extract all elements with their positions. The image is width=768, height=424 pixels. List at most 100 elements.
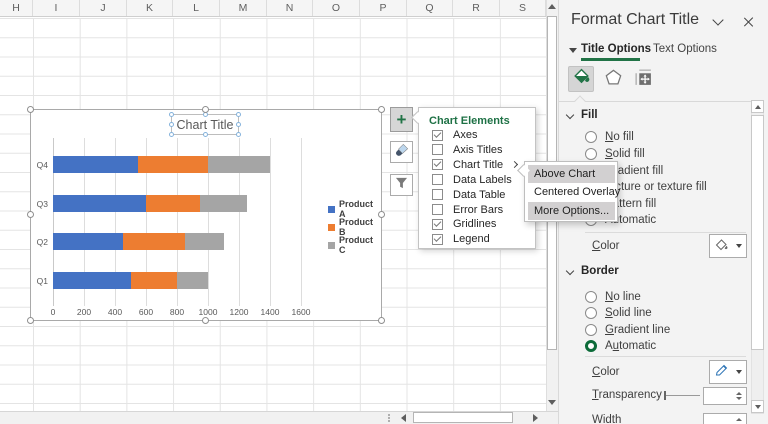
border-option[interactable]: No line — [585, 289, 641, 305]
title-handle[interactable] — [169, 112, 174, 117]
checkbox[interactable] — [432, 129, 443, 141]
legend-item[interactable]: Product A — [328, 199, 381, 219]
transparency-input[interactable] — [703, 387, 747, 405]
bar-segment[interactable] — [53, 271, 131, 289]
bar-segment[interactable] — [146, 194, 201, 212]
chart-element-item[interactable]: Axis Titles — [432, 143, 503, 157]
pane-collapse-chevron-icon[interactable] — [712, 14, 724, 26]
chart-resize-handle[interactable] — [27, 106, 34, 113]
scroll-down-icon[interactable] — [548, 400, 556, 405]
column-header[interactable]: L — [173, 0, 220, 16]
chart-resize-handle[interactable] — [378, 106, 385, 113]
bar-segment[interactable] — [184, 233, 224, 250]
radio-button[interactable] — [585, 340, 597, 352]
width-input[interactable] — [703, 413, 747, 424]
fill-option[interactable]: No fill — [585, 129, 634, 145]
border-collapse-chevron-icon[interactable] — [565, 266, 575, 276]
sheet-hscroll-thumb[interactable] — [413, 412, 513, 423]
spin-down-icon[interactable] — [736, 397, 742, 400]
pane-scroll-thumb[interactable] — [751, 115, 764, 350]
radio-button[interactable] — [585, 291, 597, 303]
chart-element-item[interactable]: Data Labels — [432, 173, 512, 187]
column-header[interactable]: H — [0, 0, 33, 16]
checkbox[interactable] — [432, 144, 443, 156]
chart-elements-button[interactable]: + — [390, 107, 413, 132]
bar-row[interactable] — [53, 233, 224, 250]
checkbox[interactable] — [432, 233, 443, 245]
bar-segment[interactable] — [53, 156, 139, 173]
fill-section-title[interactable]: Fill — [581, 109, 598, 121]
bar-segment[interactable] — [53, 233, 123, 250]
chart-element-item[interactable]: Axes — [432, 128, 477, 142]
title-handle[interactable] — [236, 122, 241, 127]
scroll-right-icon[interactable] — [533, 414, 538, 422]
fill-option[interactable]: Solid fill — [585, 146, 645, 162]
radio-button[interactable] — [585, 307, 597, 319]
fill-color-button[interactable] — [709, 234, 747, 258]
title-handle[interactable] — [236, 132, 241, 137]
submenu-arrow-icon[interactable] — [510, 160, 519, 168]
splitter-dots-icon[interactable] — [388, 414, 390, 422]
bar-row[interactable] — [53, 271, 208, 289]
bar-row[interactable] — [53, 156, 270, 173]
submenu-item[interactable]: Centered Overlay — [528, 183, 620, 201]
chart[interactable]: 0 200 400 600 800 1000 1200 1400 1600 Q4 Q3 Q2 Q1 Ch… — [27, 106, 385, 324]
checkbox[interactable] — [432, 204, 443, 215]
tab-title-options[interactable]: Title Options — [581, 43, 651, 55]
border-color-button[interactable] — [709, 360, 747, 384]
scroll-left-icon[interactable] — [401, 414, 406, 422]
legend-item[interactable]: Product B — [328, 217, 381, 237]
fill-collapse-chevron-icon[interactable] — [565, 110, 575, 120]
title-handle[interactable] — [169, 122, 174, 127]
spin-up-icon[interactable] — [736, 392, 742, 395]
title-handle[interactable] — [203, 132, 208, 137]
chart-resize-handle[interactable] — [27, 211, 34, 218]
chart-resize-handle[interactable] — [378, 211, 385, 218]
checkbox[interactable] — [432, 174, 443, 186]
bar-segment[interactable] — [122, 233, 185, 250]
scroll-up-icon[interactable] — [548, 4, 556, 9]
border-section-title[interactable]: Border — [581, 265, 619, 277]
submenu-item[interactable]: Above Chart — [528, 165, 615, 183]
chart-styles-button[interactable] — [390, 141, 413, 163]
legend-item[interactable]: Product C — [328, 235, 381, 255]
chart-resize-handle[interactable] — [202, 106, 209, 113]
radio-button[interactable] — [585, 131, 597, 143]
chart-element-item[interactable]: Legend — [432, 232, 490, 246]
pane-scroll-down-button[interactable] — [751, 400, 764, 413]
column-header[interactable]: N — [267, 0, 313, 16]
transparency-slider-track[interactable] — [666, 395, 700, 396]
column-header[interactable]: K — [127, 0, 173, 16]
chart-title-box[interactable]: Chart Title — [169, 112, 241, 137]
pane-scroll-up-button[interactable] — [751, 100, 764, 113]
column-header[interactable]: P — [360, 0, 407, 16]
chart-resize-handle[interactable] — [378, 317, 385, 324]
bar-row[interactable] — [53, 194, 247, 212]
column-header[interactable]: R — [453, 0, 500, 16]
tab-dropdown-caret-icon[interactable] — [569, 48, 577, 53]
bar-segment[interactable] — [138, 156, 208, 173]
chart-element-item[interactable]: Error Bars — [432, 203, 503, 217]
column-header[interactable]: O — [313, 0, 360, 16]
border-option[interactable]: Automatic — [585, 338, 656, 354]
column-header[interactable]: M — [220, 0, 267, 16]
title-handle[interactable] — [236, 112, 241, 117]
effects-tab-button[interactable] — [600, 67, 626, 93]
chart-element-item[interactable]: Chart Title — [432, 158, 503, 172]
chart-resize-handle[interactable] — [202, 317, 209, 324]
checkbox[interactable] — [432, 189, 443, 201]
column-header[interactable]: I — [33, 0, 80, 16]
tab-text-options[interactable]: Text Options — [653, 43, 717, 55]
chart-element-item[interactable]: Data Table — [432, 188, 505, 202]
column-header[interactable]: J — [80, 0, 127, 16]
fill-line-tab-button[interactable] — [568, 66, 594, 92]
size-properties-tab-button[interactable] — [630, 67, 656, 93]
border-option[interactable]: Solid line — [585, 305, 652, 321]
radio-button[interactable] — [585, 324, 597, 336]
bar-segment[interactable] — [53, 194, 146, 212]
title-handle[interactable] — [169, 132, 174, 137]
checkbox[interactable] — [432, 159, 443, 171]
bar-segment[interactable] — [208, 156, 270, 173]
chart-element-item[interactable]: Gridlines — [432, 217, 496, 231]
column-header[interactable]: Q — [407, 0, 453, 16]
